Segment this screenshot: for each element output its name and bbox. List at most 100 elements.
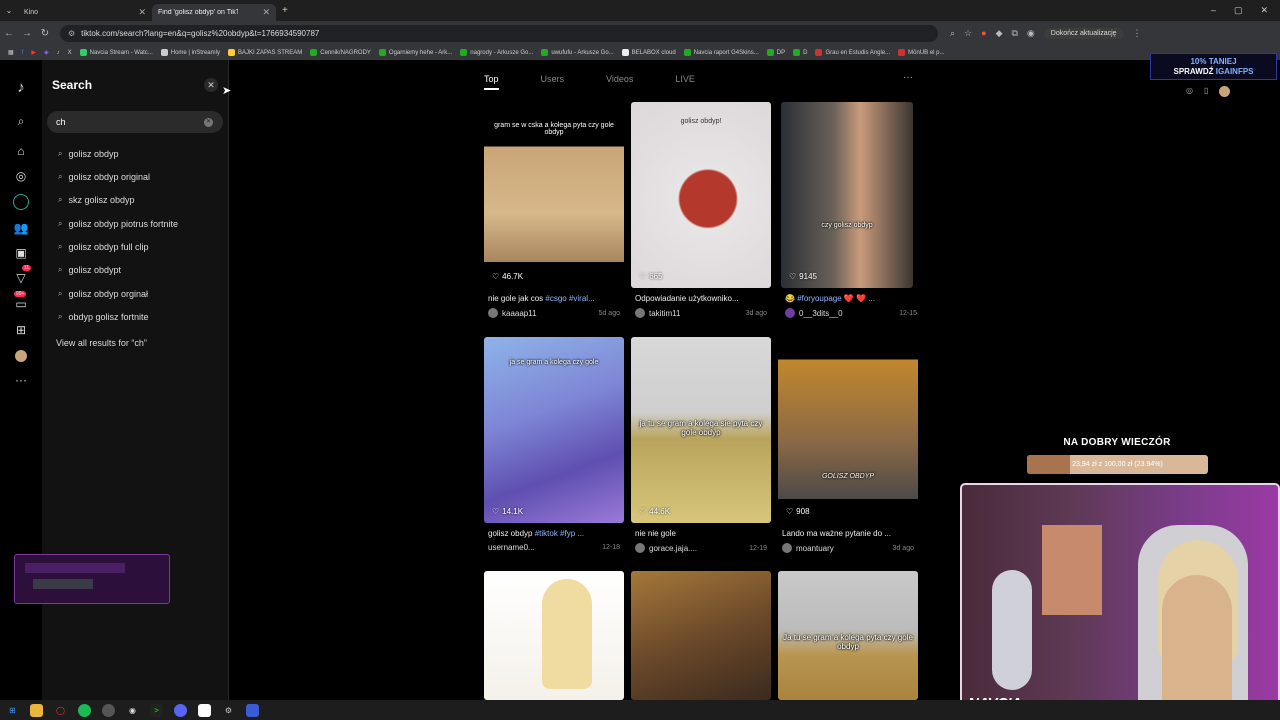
search-suggestion[interactable]: ⌕ skz golisz obdyp: [58, 195, 135, 205]
app-icon[interactable]: [198, 703, 211, 717]
video-thumbnail[interactable]: [631, 571, 771, 700]
profile-avatar[interactable]: ◉: [1027, 28, 1035, 39]
url-field[interactable]: ⚙ tiktok.com/search?lang=en&q=golisz%20o…: [60, 24, 938, 42]
more-icon[interactable]: ···: [11, 370, 31, 390]
live-icon[interactable]: ▣: [11, 243, 31, 263]
messages-icon[interactable]: ▭ 99+: [11, 291, 31, 314]
video-description[interactable]: Odpowiadanie użytkowniko...: [631, 294, 771, 303]
video-thumbnail[interactable]: ja se gram a kolega czy gole ♡ 14.1K: [484, 337, 624, 523]
compass-icon[interactable]: ◎: [1186, 86, 1193, 97]
tab-videos[interactable]: Videos: [606, 74, 633, 90]
username[interactable]: 0__3dits__0: [799, 309, 843, 318]
bookmark-item[interactable]: Navcia raport G4Skins...: [683, 49, 759, 56]
video-description[interactable]: Lando ma ważne pytanie do ...: [778, 529, 918, 538]
settings-icon[interactable]: ⚙: [222, 704, 235, 717]
tab-close-icon[interactable]: ✕: [138, 7, 146, 18]
spotify-icon[interactable]: [78, 703, 91, 717]
tab-close-icon[interactable]: ✕: [262, 7, 270, 18]
apps-icon[interactable]: ▦: [8, 49, 14, 56]
video-thumbnail[interactable]: Ja tu se gram a kolega pyta czy gole obd…: [778, 571, 918, 700]
search-icon[interactable]: ⌕: [11, 111, 31, 131]
bookmark-item[interactable]: Home | inStreamly: [160, 49, 220, 56]
video-card[interactable]: gram se w cska a kolega pyta czy gole ob…: [484, 102, 624, 318]
inbox-icon[interactable]: ▽ 11: [11, 265, 32, 288]
terminal-icon[interactable]: >: [150, 703, 163, 717]
tab-search-icon[interactable]: ⌄: [0, 6, 18, 15]
avatar[interactable]: [785, 308, 795, 318]
bookmark-item[interactable]: BAJKI ZAPAS STREAM: [227, 49, 302, 56]
avatar[interactable]: [635, 543, 645, 553]
search-suggestion[interactable]: ⌕ golisz obdyp: [58, 149, 119, 159]
bookmark-item[interactable]: Navcia Stream - Watc...: [79, 49, 153, 56]
zoom-icon[interactable]: ⌕: [950, 28, 955, 39]
more-options-icon[interactable]: ···: [903, 72, 913, 83]
site-info-icon[interactable]: ⚙: [68, 29, 75, 38]
following-icon[interactable]: [11, 192, 31, 212]
search-input[interactable]: [47, 111, 223, 133]
update-button[interactable]: Dokończ aktualizację: [1043, 27, 1124, 39]
search-suggestion[interactable]: ⌕ golisz obdyp full clip: [58, 242, 149, 252]
avatar[interactable]: [488, 308, 498, 318]
username[interactable]: moantuary: [796, 544, 834, 553]
close-icon[interactable]: ✕: [204, 78, 218, 92]
username[interactable]: gorace.jaja....: [649, 544, 697, 553]
profile-avatar[interactable]: [11, 346, 31, 366]
bookmark-item[interactable]: Grau en Estudis Angle...: [815, 49, 890, 56]
menu-icon[interactable]: ⋮: [1133, 28, 1142, 39]
video-description[interactable]: 😂 #foryoupage ❤️ ❤️ ...: [781, 294, 921, 303]
obs-icon[interactable]: ◉: [126, 704, 139, 717]
facebook-icon[interactable]: f: [22, 50, 24, 56]
video-thumbnail[interactable]: gram se w cska a kolega pyta czy gole ob…: [484, 102, 624, 288]
avatar[interactable]: [635, 308, 645, 318]
video-thumbnail[interactable]: czy golisz obdyp ♡ 9145: [781, 102, 913, 288]
browser-tab-active[interactable]: Find 'golisz obdyp' on TikTok ✕: [152, 4, 276, 21]
tiktok-logo-icon[interactable]: ♪: [11, 77, 31, 97]
search-suggestion[interactable]: ⌕ golisz obdyp piotrus fortnite: [58, 219, 178, 229]
bookmark-item[interactable]: DP: [766, 49, 785, 56]
discord-icon[interactable]: [174, 703, 187, 717]
video-card[interactable]: golisz obdyp! ♡ 665 Odpowiadanie użytkown…: [631, 102, 771, 318]
search-suggestion[interactable]: ⌕ golisz obdypt: [58, 265, 121, 275]
bookmark-item[interactable]: BELABOX cloud: [621, 49, 676, 56]
username[interactable]: username0...: [488, 543, 535, 552]
phone-icon[interactable]: ▯: [1204, 86, 1208, 97]
username[interactable]: takitim11: [649, 309, 680, 318]
extension-icon[interactable]: ●: [981, 28, 986, 38]
search-suggestion[interactable]: ⌕ golisz obdyp original: [58, 172, 150, 182]
reload-icon[interactable]: ↻: [36, 28, 54, 39]
video-description[interactable]: golisz obdyp #tiktok #fyp ...: [484, 529, 624, 538]
video-card[interactable]: ja tu se gram a kolega sie pyta czy gole…: [631, 337, 771, 553]
forward-icon[interactable]: →: [18, 28, 36, 39]
username[interactable]: kaaaap11: [502, 309, 537, 318]
video-description[interactable]: nie gole jak cos #csgo #viral...: [484, 294, 624, 303]
bookmark-item[interactable]: D: [793, 49, 807, 56]
opera-icon[interactable]: ◯: [54, 704, 67, 717]
explore-icon[interactable]: ◎: [11, 166, 31, 186]
clear-input-icon[interactable]: ✕: [204, 118, 213, 127]
maximize-icon[interactable]: ▢: [1234, 5, 1243, 16]
friends-icon[interactable]: 👥: [11, 218, 31, 238]
video-description[interactable]: nie nie gole: [631, 529, 771, 538]
video-thumbnail[interactable]: ja tu se gram a kolega sie pyta czy gole…: [631, 337, 771, 523]
close-window-icon[interactable]: ✕: [1260, 5, 1268, 16]
tab-users[interactable]: Users: [541, 74, 565, 90]
back-icon[interactable]: ←: [0, 28, 18, 39]
avatar[interactable]: [782, 543, 792, 553]
windows-start-icon[interactable]: ⊞: [6, 704, 19, 717]
extensions-puzzle-icon[interactable]: ⧉: [1011, 28, 1017, 39]
bookmark-item[interactable]: nagrody - Arkusze Go...: [460, 49, 533, 56]
tab-top[interactable]: Top: [484, 74, 499, 90]
twitch-icon[interactable]: ◈: [44, 49, 49, 56]
search-suggestion[interactable]: ⌕ golisz obdyp orginał: [58, 289, 148, 299]
view-all-results-link[interactable]: View all results for “ch”: [56, 338, 147, 348]
youtube-icon[interactable]: ▶: [31, 49, 36, 56]
bookmark-item[interactable]: Cennik/NAGRODY: [310, 49, 371, 56]
video-thumbnail[interactable]: golisz obdyp! ♡ 665: [631, 102, 771, 288]
avatar[interactable]: [1219, 86, 1231, 97]
minimize-icon[interactable]: –: [1211, 5, 1216, 16]
video-thumbnail[interactable]: GOLISZ OBDYP ♡ 908: [778, 337, 918, 523]
file-explorer-icon[interactable]: [30, 703, 43, 717]
x-icon[interactable]: X: [68, 50, 72, 56]
video-card[interactable]: GOLISZ OBDYP ♡ 908 Lando ma ważne pytanie…: [778, 337, 918, 553]
tiktok-icon[interactable]: ♪: [57, 50, 60, 56]
